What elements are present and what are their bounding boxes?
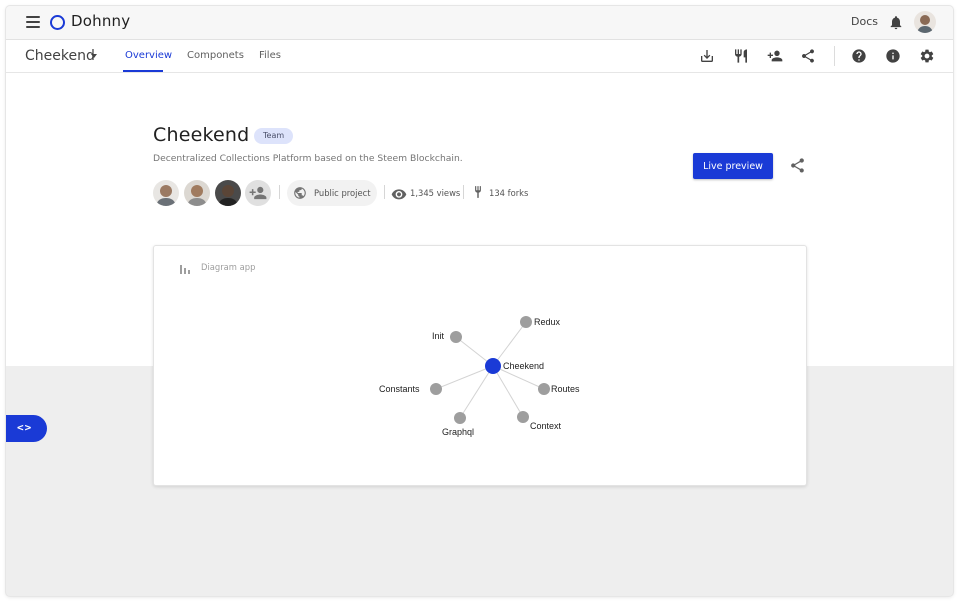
page-title: Cheekend	[153, 124, 250, 146]
member-avatar[interactable]	[153, 180, 179, 206]
member-avatar[interactable]	[184, 180, 210, 206]
user-avatar[interactable]	[914, 11, 936, 33]
fork-icon	[475, 186, 481, 198]
project-selector[interactable]: Cheekend	[25, 48, 95, 64]
graph-node[interactable]	[450, 331, 462, 343]
forks-count: 134 forks	[489, 188, 529, 198]
code-toggle-button[interactable]: <>	[6, 415, 47, 442]
settings-icon[interactable]	[919, 48, 935, 64]
eye-icon	[391, 189, 407, 200]
add-person-icon[interactable]	[766, 48, 784, 64]
visibility-label: Public project	[314, 188, 371, 198]
graph-node[interactable]	[517, 411, 529, 423]
divider	[463, 185, 464, 199]
team-badge: Team	[254, 128, 294, 144]
graph-node-label: Routes	[551, 384, 580, 394]
tab-overview[interactable]: Overview	[125, 50, 172, 61]
download-icon[interactable]	[699, 48, 715, 64]
views-count: 1,345 views	[410, 188, 461, 198]
graph-node[interactable]	[538, 383, 550, 395]
visibility-chip: Public project	[287, 180, 377, 206]
top-app-bar: Dohnny Docs	[6, 6, 953, 40]
divider	[279, 185, 280, 199]
divider	[384, 185, 385, 199]
active-tab-indicator	[123, 70, 163, 72]
graph-node-label: Graphql	[442, 427, 474, 437]
share-icon[interactable]	[800, 48, 816, 64]
diagram-card: Diagram app Redux Init Routes Constants	[153, 245, 807, 486]
graph-node[interactable]	[430, 383, 442, 395]
live-preview-button[interactable]: Live preview	[693, 153, 773, 179]
add-person-icon	[249, 186, 267, 200]
globe-icon	[294, 187, 306, 199]
tab-files[interactable]: Files	[259, 50, 281, 61]
graph-node-label: Context	[530, 421, 562, 431]
caret-down-icon[interactable]	[91, 54, 97, 58]
graph-node-label: Constants	[379, 384, 420, 394]
info-icon[interactable]	[885, 48, 901, 64]
graph-node[interactable]	[520, 316, 532, 328]
project-description: Decentralized Collections Platform based…	[153, 153, 463, 164]
hamburger-menu-icon[interactable]	[26, 16, 40, 28]
code-icon: <>	[17, 421, 33, 434]
circle-logo-icon	[50, 15, 65, 30]
graph-center-label: Cheekend	[503, 361, 544, 371]
app-name: Dohnny	[71, 12, 131, 30]
tab-componets[interactable]: Componets	[187, 50, 244, 61]
project-toolbar: Cheekend Overview Componets Files	[6, 40, 953, 73]
bell-icon[interactable]	[888, 14, 904, 31]
graph-center-node[interactable]	[485, 358, 501, 374]
member-avatar[interactable]	[215, 180, 241, 206]
share-icon[interactable]	[789, 157, 806, 174]
help-icon[interactable]	[851, 48, 867, 64]
dependency-graph: Redux Init Routes Constants Context Grap…	[379, 316, 580, 437]
docs-link[interactable]: Docs	[851, 15, 878, 28]
graph-node-label: Redux	[534, 317, 561, 327]
add-member-button[interactable]	[245, 180, 271, 206]
app-window: Dohnny Docs Cheekend Overview Componets …	[6, 6, 953, 596]
fork-icon[interactable]	[733, 48, 749, 64]
graph-node-label: Init	[432, 331, 445, 341]
graph-node[interactable]	[454, 412, 466, 424]
toolbar-divider	[834, 46, 835, 66]
